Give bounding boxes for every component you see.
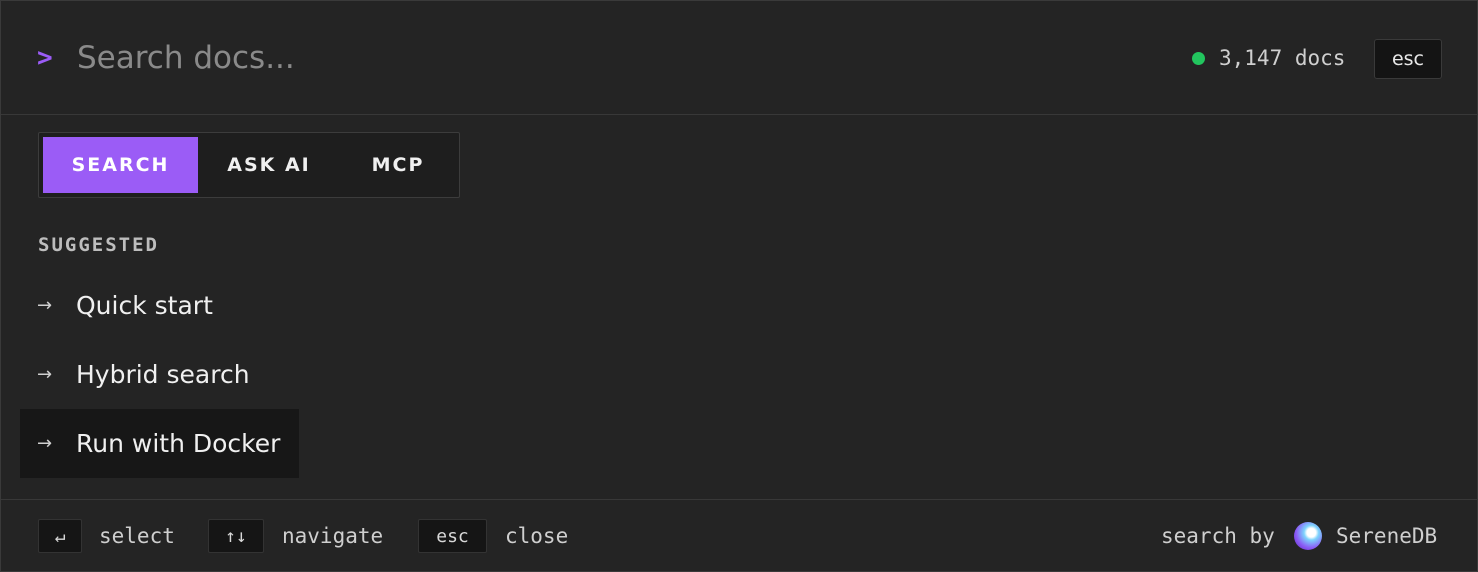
status-dot-icon — [1192, 51, 1205, 65]
hint-navigate-label: navigate — [282, 524, 384, 548]
suggested-item-label: Quick start — [76, 291, 213, 320]
suggested-heading: SUGGESTED — [38, 234, 159, 256]
suggested-item-label: Hybrid search — [76, 360, 250, 389]
hint-select-label: select — [99, 524, 175, 548]
arrow-keys-icon: ↑↓ — [208, 519, 264, 553]
suggested-item-hybrid-search[interactable]: → Hybrid search — [20, 340, 299, 409]
esc-close-button[interactable]: esc — [1374, 39, 1442, 79]
serenedb-logo-icon — [1294, 522, 1322, 550]
doc-count-text: 3,147 docs — [1219, 46, 1346, 70]
search-input[interactable] — [77, 35, 777, 81]
docs-search-modal: > 3,147 docs esc SEARCH ASK AI MCP SUGGE… — [0, 0, 1478, 572]
tab-mcp[interactable]: MCP — [343, 137, 453, 193]
arrow-right-icon: → — [37, 433, 53, 454]
arrow-right-icon: → — [37, 364, 53, 385]
brand-name-link[interactable]: SereneDB — [1336, 522, 1437, 550]
doc-count-status: 3,147 docs — [1192, 45, 1345, 71]
search-bar: > 3,147 docs esc — [1, 1, 1478, 115]
keyboard-hints-footer: ↵ select ↑↓ navigate esc close search by… — [1, 499, 1478, 572]
arrow-right-icon: → — [37, 295, 53, 316]
tab-ask-ai[interactable]: ASK AI — [205, 137, 333, 193]
tab-search[interactable]: SEARCH — [43, 137, 198, 193]
suggested-item-quick-start[interactable]: → Quick start — [20, 271, 299, 340]
attribution-text: search by — [1161, 524, 1275, 548]
suggested-item-label: Run with Docker — [76, 429, 281, 458]
esc-key-icon: esc — [418, 519, 487, 553]
mode-tabs: SEARCH ASK AI MCP — [38, 132, 460, 198]
prompt-chevron-icon: > — [37, 43, 53, 73]
enter-key-icon: ↵ — [38, 519, 82, 553]
hint-close-label: close — [505, 524, 569, 548]
suggested-item-run-with-docker[interactable]: → Run with Docker — [20, 409, 299, 478]
